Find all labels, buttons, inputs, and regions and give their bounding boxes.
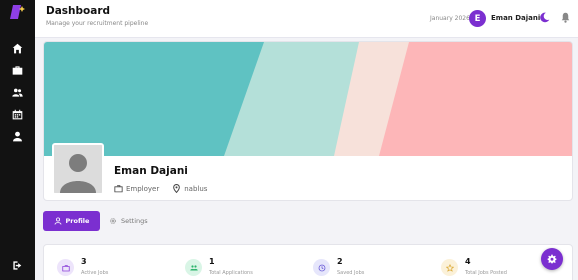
page-subtitle: Manage your recruitment pipeline xyxy=(46,20,149,27)
users-icon[interactable] xyxy=(9,84,25,100)
clock-stat-icon xyxy=(313,259,330,276)
tab-profile[interactable]: Profile xyxy=(43,211,100,231)
stats-panel: 3 Active Jobs 1 Total Applications 2 Sav… xyxy=(43,244,573,280)
gear-icon xyxy=(547,254,557,264)
user-icon[interactable] xyxy=(9,128,25,144)
app-logo[interactable] xyxy=(10,5,26,19)
stat-label: Saved Jobs xyxy=(337,270,365,276)
stat-label: Total Jobs Posted xyxy=(465,270,507,276)
tab-settings-label: Settings xyxy=(121,217,148,225)
moon-icon[interactable] xyxy=(539,12,550,23)
users-stat-icon xyxy=(185,259,202,276)
user-name[interactable]: Eman Dajani xyxy=(491,14,540,22)
briefcase-icon[interactable] xyxy=(9,62,25,78)
avatar[interactable]: E xyxy=(469,10,486,27)
profile-banner xyxy=(44,42,572,156)
stat-value: 4 xyxy=(465,257,471,266)
person-placeholder-icon xyxy=(54,145,102,193)
briefcase-stat-icon xyxy=(57,259,74,276)
floating-settings-button[interactable] xyxy=(541,248,563,270)
logout-icon[interactable] xyxy=(9,257,25,273)
page-title: Dashboard xyxy=(46,5,111,17)
star-stat-icon xyxy=(441,259,458,276)
bell-icon[interactable] xyxy=(560,12,571,23)
stat-value: 1 xyxy=(209,257,215,266)
location-pin-icon xyxy=(173,184,181,193)
sidebar xyxy=(0,0,35,280)
profile-name: Eman Dajani xyxy=(114,165,188,177)
current-date: January 2026 xyxy=(430,15,470,22)
profile-location: nablus xyxy=(184,184,208,193)
briefcase-outline-icon xyxy=(114,185,123,193)
tab-settings[interactable]: Settings xyxy=(109,211,148,231)
profile-photo[interactable] xyxy=(52,143,104,195)
stat-value: 3 xyxy=(81,257,87,266)
stat-value: 2 xyxy=(337,257,343,266)
profile-role: Employer xyxy=(126,184,160,193)
user-outline-icon xyxy=(54,217,61,225)
stat-label: Total Applications xyxy=(209,270,253,276)
profile-tabs: Profile Settings xyxy=(43,211,148,231)
stat-label: Active Jobs xyxy=(81,270,109,276)
calendar-icon[interactable] xyxy=(9,106,25,122)
top-bar: Dashboard Manage your recruitment pipeli… xyxy=(35,0,578,38)
profile-meta: Employer nablus xyxy=(114,184,207,193)
tab-profile-label: Profile xyxy=(65,217,90,225)
gear-icon xyxy=(110,218,116,224)
home-icon[interactable] xyxy=(9,40,25,56)
profile-card: Eman Dajani Employer nablus xyxy=(43,41,573,201)
